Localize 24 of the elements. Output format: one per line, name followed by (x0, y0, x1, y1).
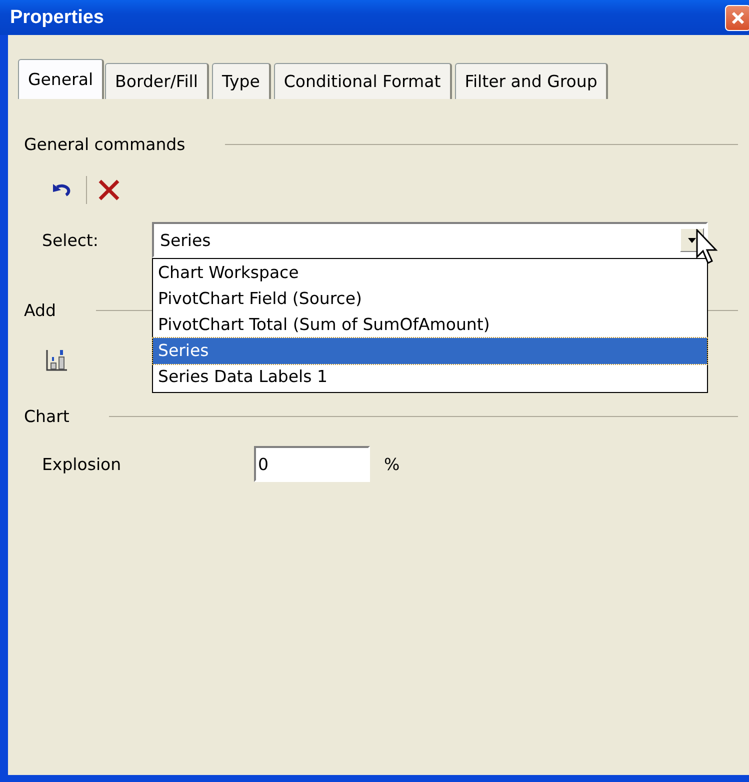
close-icon (730, 10, 746, 26)
tab[interactable]: Conditional Format (274, 63, 452, 99)
field-label: Explosion (42, 454, 122, 474)
section-title: Add (24, 300, 56, 320)
input-field[interactable]: 0 (254, 446, 370, 482)
tab[interactable]: Border/Fill (105, 63, 209, 99)
dropdown-option[interactable]: PivotChart Total (Sum of SumOfAmount) (153, 312, 707, 338)
window-title: Properties (10, 6, 104, 28)
chart-icon[interactable] (46, 349, 68, 371)
section-title: General commands (24, 134, 186, 154)
tab[interactable]: Type (212, 63, 271, 99)
tab[interactable]: Filter and Group (454, 63, 608, 99)
close-button[interactable] (725, 5, 749, 31)
delete-icon[interactable] (97, 178, 121, 202)
select-dropdown[interactable]: Series (152, 222, 708, 258)
dropdown-option[interactable]: Series Data Labels 1 (153, 364, 707, 390)
dropdown-option[interactable]: Chart Workspace (153, 260, 707, 286)
section-title: Chart (24, 406, 70, 426)
unit-label: % (384, 454, 400, 474)
caret-icon (688, 238, 696, 242)
dropdown-option[interactable]: PivotChart Field (Source) (153, 286, 707, 312)
dropdown-option[interactable]: Series (153, 338, 707, 364)
tab[interactable]: General (18, 59, 104, 99)
select-label: Select: (42, 230, 100, 250)
